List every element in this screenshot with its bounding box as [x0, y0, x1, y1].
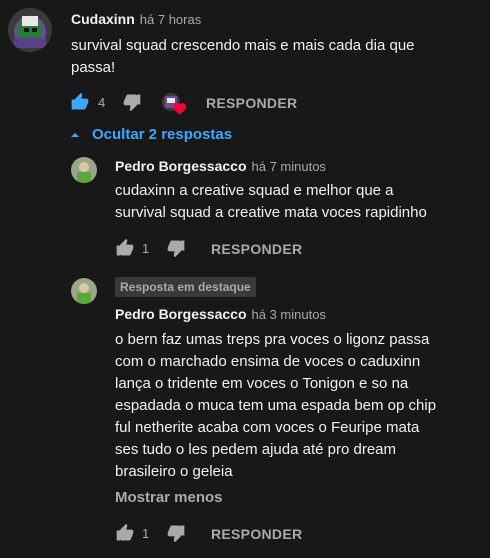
- reply-author[interactable]: Pedro Borgessacco: [115, 158, 247, 174]
- thumbs-down-icon: [167, 240, 185, 258]
- reply-text-line: survival squad a creative mata voces rap…: [115, 204, 427, 221]
- thumbs-down-icon: [123, 94, 141, 112]
- reply-button[interactable]: RESPONDER: [211, 241, 302, 257]
- reply-avatar[interactable]: [71, 278, 97, 304]
- like-count: 4: [98, 95, 106, 110]
- thumbs-down-icon: [167, 525, 185, 543]
- comment-author[interactable]: Cudaxinn: [71, 11, 135, 27]
- reply-author[interactable]: Pedro Borgessacco: [115, 306, 247, 322]
- reply-text-line: ful netherite acaba com voces o Feuripe …: [115, 419, 420, 436]
- hide-replies-button[interactable]: Ocultar 2 respostas: [70, 126, 232, 144]
- creator-heart: [161, 92, 187, 116]
- reply-text-line: com o marchado ensima de voces o caduxin…: [115, 353, 421, 370]
- comment-time[interactable]: há 7 horas: [140, 12, 201, 27]
- dislike-button[interactable]: [166, 238, 188, 258]
- highlighted-reply-badge: Resposta em destaque: [115, 277, 256, 297]
- avatar-image-icon: [71, 157, 97, 183]
- like-count: 1: [142, 241, 150, 256]
- like-button[interactable]: [115, 523, 137, 543]
- thumbs-up-icon: [116, 523, 134, 541]
- reply-time[interactable]: há 3 minutos: [252, 307, 326, 322]
- hide-replies-label: Ocultar 2 respostas: [92, 126, 233, 143]
- like-button[interactable]: [70, 92, 92, 112]
- thumbs-up-icon: [116, 238, 134, 256]
- reply-avatar[interactable]: [71, 157, 97, 183]
- reply-button[interactable]: RESPONDER: [211, 526, 302, 542]
- reply-time[interactable]: há 7 minutos: [252, 159, 326, 174]
- reply-text: cudaxinn a creative squad e melhor que a…: [115, 180, 485, 224]
- avatar-image-icon: [8, 8, 52, 52]
- reply-text-line: o bern faz umas treps pra voces o ligonz…: [115, 331, 430, 348]
- reply-text-line: cudaxinn a creative squad e melhor que a: [115, 182, 394, 199]
- avatar[interactable]: [8, 8, 52, 52]
- dislike-button[interactable]: [122, 92, 144, 112]
- thumbs-up-icon: [71, 92, 89, 110]
- reply-text-line: espadada o muca tem uma espada bem op ch…: [115, 397, 437, 414]
- heart-icon: [162, 93, 186, 115]
- avatar-image-icon: [71, 278, 97, 304]
- comment-text: survival squad crescendo mais e mais cad…: [71, 37, 415, 76]
- like-button[interactable]: [115, 238, 137, 258]
- reply-text-line: brasileiro o geleia: [115, 463, 233, 480]
- dislike-button[interactable]: [166, 523, 188, 543]
- show-less-button[interactable]: Mostrar menos: [115, 489, 223, 506]
- reply-text-line: lança o tridente em voces o Tonigon e so…: [115, 375, 409, 392]
- chevron-up-icon: [71, 132, 79, 137]
- reply-text-line: ses tudo o les pedem ajuda até pro dream: [115, 441, 397, 458]
- like-count: 1: [142, 526, 150, 541]
- reply-button[interactable]: RESPONDER: [206, 95, 297, 111]
- reply-text: o bern faz umas treps pra voces o ligonz…: [115, 329, 485, 483]
